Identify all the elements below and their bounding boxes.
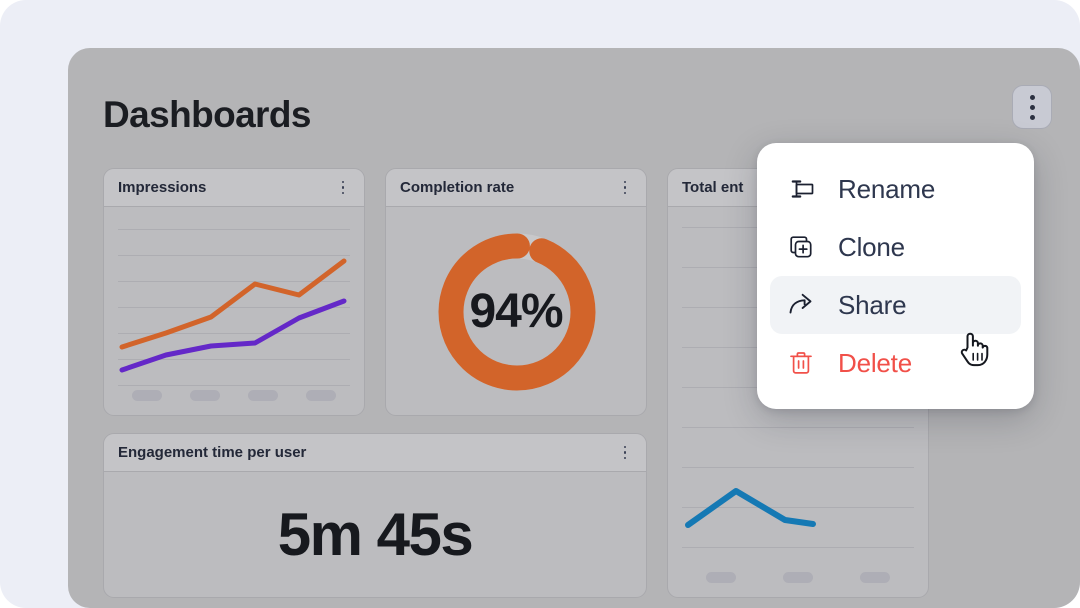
kebab-dot <box>1029 104 1035 110</box>
impressions-line-chart <box>119 258 347 373</box>
menu-item-rename[interactable]: Rename <box>770 160 1021 218</box>
context-menu: Rename Clone Share Delete <box>757 143 1034 409</box>
kebab-dot <box>623 445 627 449</box>
card-engagement-time[interactable]: Engagement time per user 5m 45s <box>103 433 647 598</box>
completion-rate-value: 94% <box>469 284 563 338</box>
card-header: Engagement time per user <box>104 434 646 472</box>
menu-item-delete[interactable]: Delete <box>770 334 1021 392</box>
clone-icon <box>786 232 816 262</box>
tick-placeholder <box>705 572 736 583</box>
chart-tick-placeholders <box>104 390 364 401</box>
card-header: Impressions <box>104 169 364 207</box>
tick-placeholder <box>132 390 162 401</box>
card-impressions[interactable]: Impressions <box>103 168 365 416</box>
tick-placeholder <box>190 390 220 401</box>
kebab-dot <box>623 180 627 184</box>
menu-item-label: Share <box>838 289 907 320</box>
share-icon <box>786 290 816 320</box>
app-root: Dashboards Impressions Completion rate 9… <box>0 0 1080 608</box>
engagement-time-value: 5m 45s <box>277 501 474 568</box>
dashboard-options-button[interactable] <box>1012 85 1052 129</box>
kebab-dot <box>623 451 627 454</box>
menu-item-label: Rename <box>838 173 936 204</box>
tick-placeholder <box>860 572 891 583</box>
page-title: Dashboards <box>103 94 311 135</box>
menu-item-share[interactable]: Share <box>770 276 1021 334</box>
card-body: 5m 45s <box>104 472 646 597</box>
kebab-dot <box>623 186 627 189</box>
menu-item-clone[interactable]: Clone <box>770 218 1021 276</box>
kebab-dot <box>341 180 345 184</box>
kebab-dot <box>1029 114 1035 120</box>
rename-icon <box>786 174 816 204</box>
card-header: Completion rate <box>386 169 646 207</box>
chart-tick-placeholders <box>668 572 928 583</box>
card-body: 94% <box>386 207 646 415</box>
card-options-icon[interactable] <box>336 180 350 195</box>
card-options-icon[interactable] <box>618 180 632 195</box>
kebab-dot <box>1029 94 1035 100</box>
card-title-completion-rate: Completion rate <box>400 179 515 196</box>
card-body <box>104 207 364 415</box>
card-title-impressions: Impressions <box>118 179 207 196</box>
kebab-dot <box>623 456 627 460</box>
card-title-engagement-time: Engagement time per user <box>118 444 307 461</box>
card-completion-rate[interactable]: Completion rate 94% <box>385 168 647 416</box>
menu-item-label: Clone <box>838 231 905 262</box>
menu-item-label: Delete <box>838 347 912 378</box>
tick-placeholder <box>248 390 278 401</box>
tick-placeholder <box>782 572 813 583</box>
trash-icon <box>786 348 816 378</box>
tick-placeholder <box>306 390 336 401</box>
card-options-icon[interactable] <box>618 445 632 460</box>
kebab-dot <box>341 186 345 189</box>
kebab-dot <box>341 191 345 195</box>
kebab-dot <box>623 191 627 195</box>
